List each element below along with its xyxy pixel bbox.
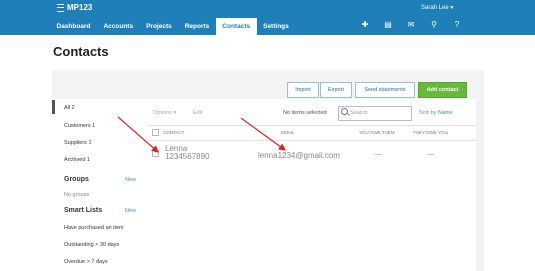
- annotation-arrow: [240, 117, 286, 151]
- annotation-arrow: [117, 116, 159, 153]
- annotation-arrows: [117, 116, 286, 153]
